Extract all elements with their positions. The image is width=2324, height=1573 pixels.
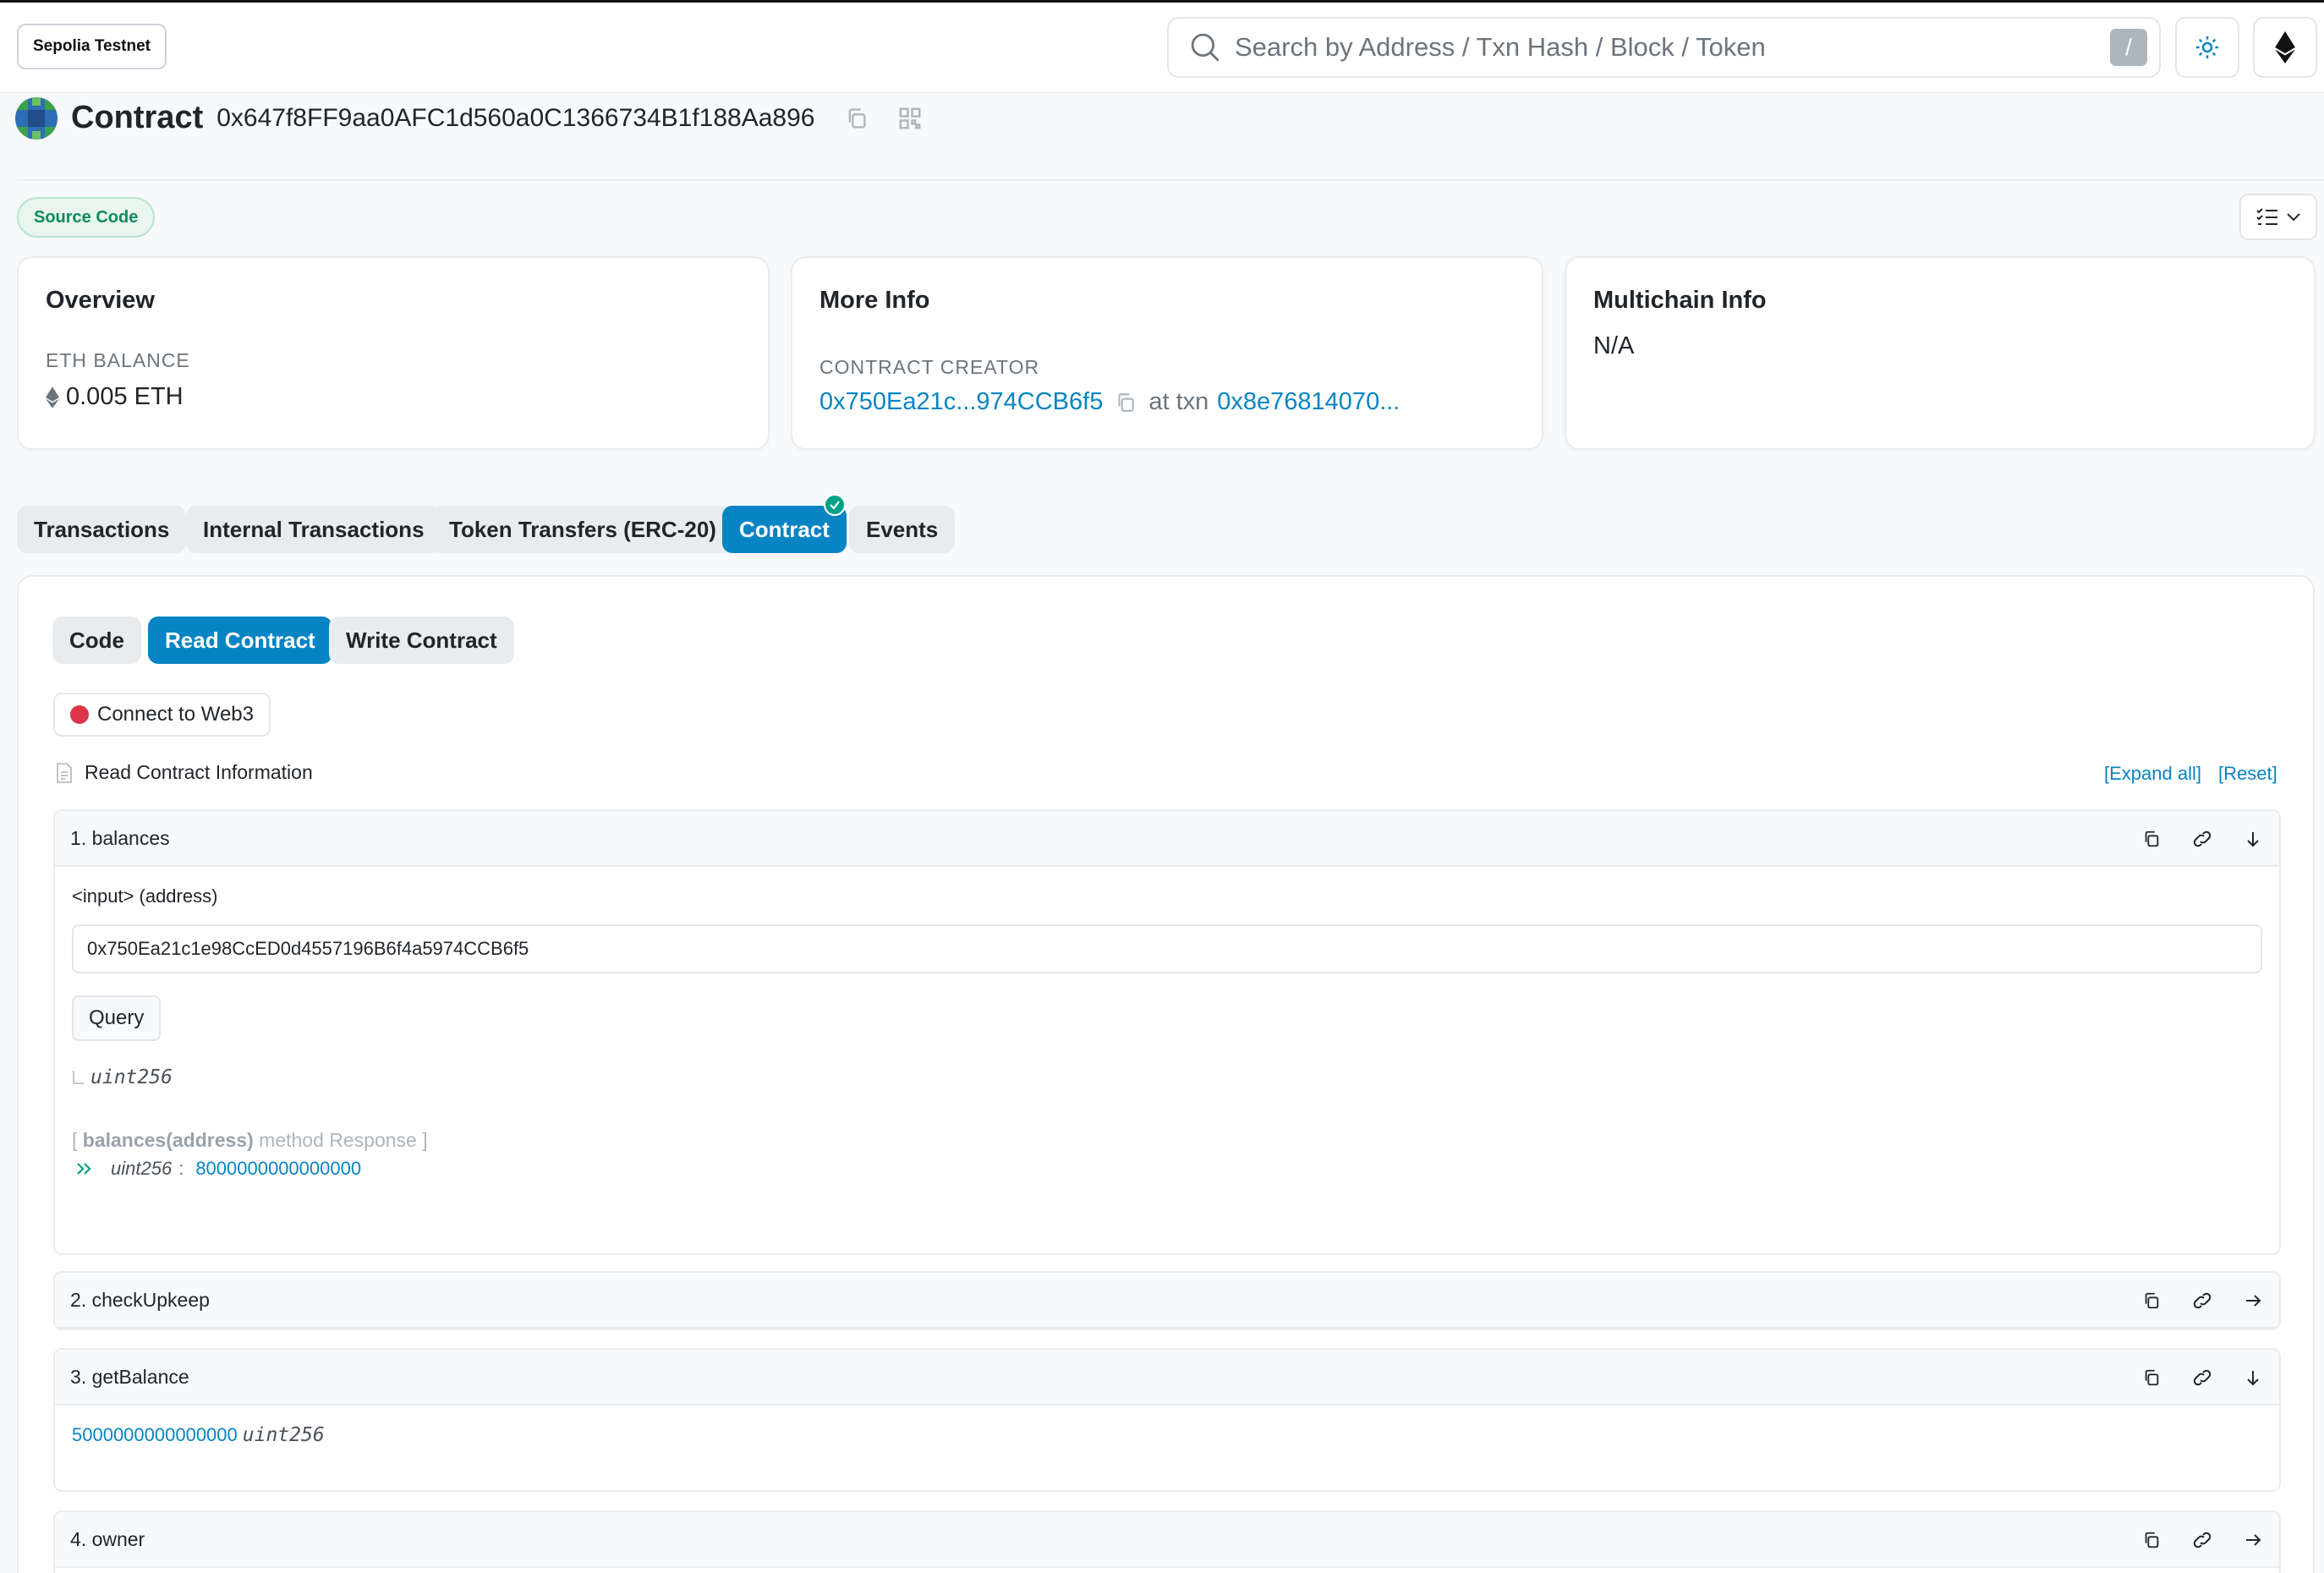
response-value: 8000000000000000 bbox=[195, 1158, 362, 1179]
function-getbalance: 3. getBalance 5000000000000000 uint256 bbox=[53, 1348, 2281, 1492]
contract-avatar bbox=[15, 96, 58, 140]
response-bracket: [ bbox=[72, 1129, 78, 1151]
function-title: 2. checkUpkeep bbox=[70, 1288, 210, 1311]
function-balances: 1. balances <input> (address) Query uint… bbox=[53, 809, 2281, 1255]
link-icon[interactable] bbox=[2191, 1291, 2213, 1310]
creation-txn-link[interactable]: 0x8e76814070... bbox=[1217, 388, 1400, 416]
response-method: balances(address) bbox=[82, 1129, 254, 1151]
multichain-title: Multichain Info bbox=[1593, 287, 1767, 314]
multichain-info-card: Multichain Info N/A bbox=[1565, 256, 2316, 450]
function-title: 4. owner bbox=[70, 1527, 145, 1550]
connect-web3-label: Connect to Web3 bbox=[97, 703, 255, 726]
title-divider bbox=[17, 179, 2324, 181]
arrow-down-icon[interactable] bbox=[2244, 1368, 2262, 1387]
copy-icon[interactable] bbox=[2142, 1291, 2161, 1310]
function-header[interactable]: 3. getBalance bbox=[55, 1350, 2279, 1406]
copy-icon[interactable] bbox=[845, 107, 869, 130]
ethereum-icon bbox=[2274, 31, 2296, 63]
link-icon[interactable] bbox=[2191, 830, 2213, 848]
arrow-right-icon[interactable] bbox=[2244, 1531, 2262, 1549]
contract-creator-label: CONTRACT CREATOR bbox=[819, 356, 1040, 378]
arrow-down-icon[interactable] bbox=[2244, 830, 2262, 848]
eth-balance-label: ETH BALANCE bbox=[46, 349, 190, 371]
qr-code-icon[interactable] bbox=[897, 106, 923, 131]
reset-link[interactable]: [Reset] bbox=[2218, 763, 2277, 785]
function-title: 3. getBalance bbox=[70, 1365, 189, 1388]
document-icon bbox=[56, 762, 73, 783]
expand-all-link[interactable]: [Expand all] bbox=[2104, 763, 2201, 785]
link-icon[interactable] bbox=[2191, 1531, 2213, 1549]
eth-balance-value: 0.005 ETH bbox=[66, 383, 184, 410]
multichain-value: N/A bbox=[1593, 332, 1635, 359]
copy-icon[interactable] bbox=[2142, 1531, 2161, 1549]
copy-icon[interactable] bbox=[1115, 392, 1137, 414]
search-bar[interactable]: Search by Address / Txn Hash / Block / T… bbox=[1167, 17, 2161, 78]
copy-icon[interactable] bbox=[2142, 1368, 2161, 1387]
function-header[interactable]: 4. owner bbox=[55, 1512, 2279, 1568]
contract-creator-row: 0x750Ea21c...974CCB6f5 at txn 0x8e768140… bbox=[819, 388, 1400, 416]
response-type: uint256 bbox=[111, 1158, 173, 1179]
theme-toggle-button[interactable] bbox=[2175, 17, 2239, 78]
getbalance-result-row: 5000000000000000 uint256 bbox=[72, 1424, 325, 1446]
return-type: uint256 bbox=[90, 1066, 173, 1088]
eth-balance-row: 0.005 ETH bbox=[46, 383, 184, 411]
function-owner: 4. owner bbox=[53, 1510, 2281, 1573]
getbalance-type: uint256 bbox=[242, 1424, 325, 1446]
function-header[interactable]: 1. balances bbox=[55, 811, 2279, 867]
overview-card: Overview ETH BALANCE 0.005 ETH bbox=[17, 256, 770, 450]
overview-title: Overview bbox=[46, 287, 155, 314]
tab-transactions[interactable]: Transactions bbox=[17, 506, 187, 553]
function-checkupkeep: 2. checkUpkeep bbox=[53, 1271, 2281, 1330]
read-contract-info: Read Contract Information bbox=[56, 761, 313, 784]
tree-branch-icon bbox=[72, 1069, 85, 1086]
tab-token-transfers[interactable]: Token Transfers (ERC-20) bbox=[432, 506, 733, 553]
source-code-badge[interactable]: Source Code bbox=[17, 197, 156, 238]
search-icon bbox=[1187, 30, 1223, 65]
arrow-right-icon[interactable] bbox=[2244, 1291, 2262, 1310]
method-response-label: [ balances(address) method Response ] bbox=[72, 1129, 428, 1152]
function-title: 1. balances bbox=[70, 826, 170, 849]
read-contract-info-label: Read Contract Information bbox=[85, 761, 313, 783]
contract-label: Contract bbox=[71, 100, 204, 135]
subtab-read-contract[interactable]: Read Contract bbox=[148, 617, 332, 664]
response-suffix: method Response ] bbox=[259, 1129, 428, 1151]
copy-icon[interactable] bbox=[2142, 830, 2161, 848]
ethereum-icon bbox=[46, 386, 59, 409]
checklist-icon bbox=[2255, 207, 2279, 227]
sun-icon bbox=[2195, 35, 2220, 60]
tab-internal-transactions[interactable]: Internal Transactions bbox=[186, 506, 441, 553]
address-input[interactable] bbox=[72, 924, 2262, 973]
contract-address: 0x647f8FF9aa0AFC1d560a0C1366734B1f188Aa8… bbox=[217, 103, 815, 132]
function-header[interactable]: 2. checkUpkeep bbox=[55, 1273, 2279, 1329]
subtab-code[interactable]: Code bbox=[52, 617, 141, 664]
verified-check-icon bbox=[824, 494, 846, 516]
return-type-row: uint256 bbox=[72, 1066, 173, 1088]
view-options-button[interactable] bbox=[2239, 194, 2317, 240]
input-label: <input> (address) bbox=[72, 885, 218, 907]
response-value-row: uint256 : 8000000000000000 bbox=[75, 1158, 361, 1180]
at-txn-label: at txn bbox=[1148, 388, 1209, 415]
getbalance-value: 5000000000000000 bbox=[72, 1424, 238, 1445]
subtab-write-contract[interactable]: Write Contract bbox=[329, 617, 514, 664]
link-icon[interactable] bbox=[2191, 1368, 2213, 1387]
double-chevron-right-icon bbox=[75, 1161, 94, 1176]
creator-address-link[interactable]: 0x750Ea21c...974CCB6f5 bbox=[819, 388, 1103, 416]
contract-title-row: Contract 0x647f8FF9aa0AFC1d560a0C1366734… bbox=[15, 95, 923, 141]
search-input[interactable]: Search by Address / Txn Hash / Block / T… bbox=[1235, 32, 2110, 63]
tab-events[interactable]: Events bbox=[849, 506, 956, 553]
query-button[interactable]: Query bbox=[72, 995, 162, 1041]
more-info-title: More Info bbox=[819, 287, 930, 314]
more-info-card: More Info CONTRACT CREATOR 0x750Ea21c...… bbox=[791, 256, 1543, 450]
search-shortcut-key: / bbox=[2110, 29, 2147, 66]
chevron-down-icon bbox=[2286, 212, 2301, 222]
network-switch-button[interactable] bbox=[2253, 17, 2317, 78]
response-separator: : bbox=[178, 1158, 184, 1179]
connect-web3-button[interactable]: Connect to Web3 bbox=[53, 693, 271, 737]
network-badge[interactable]: Sepolia Testnet bbox=[17, 24, 167, 69]
disconnected-status-dot bbox=[70, 705, 89, 724]
